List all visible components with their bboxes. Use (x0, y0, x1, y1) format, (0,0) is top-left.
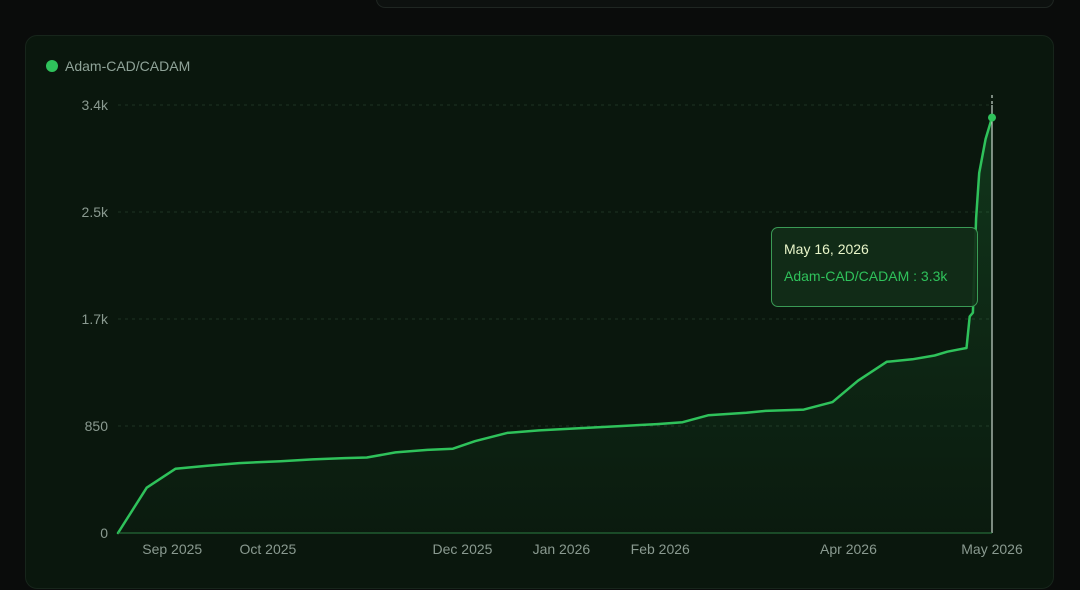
y-tick-label: 2.5k (82, 204, 109, 220)
tooltip-date: May 16, 2026 (784, 241, 869, 257)
area-fill (118, 117, 992, 533)
x-tick-label: Oct 2025 (240, 541, 297, 557)
series-area (118, 117, 992, 533)
x-tick-label: Jan 2026 (533, 541, 591, 557)
x-tick-label: Dec 2025 (433, 541, 493, 557)
y-tick-label: 850 (85, 418, 109, 434)
chart-tooltip: May 16, 2026 Adam-CAD/CADAM : 3.3k (771, 227, 978, 307)
x-tick-label: Feb 2026 (631, 541, 690, 557)
x-tick-label: Apr 2026 (820, 541, 877, 557)
chart-panel: Adam-CAD/CADAM 0 850 1.7k 2.5k 3.4k Sep 2025 O… (25, 35, 1054, 589)
x-tick-label: May 2026 (961, 541, 1023, 557)
top-card-edge (376, 0, 1054, 8)
y-tick-label: 1.7k (82, 311, 109, 327)
x-tick-label: Sep 2025 (142, 541, 202, 557)
y-tick-label: 3.4k (82, 97, 109, 113)
hover-point[interactable] (988, 113, 996, 122)
star-history-chart[interactable]: 0 850 1.7k 2.5k 3.4k Sep 2025 Oct 2025 Dec 2025… (26, 36, 1053, 588)
tooltip-value: Adam-CAD/CADAM : 3.3k (784, 268, 948, 284)
y-tick-label: 0 (100, 525, 108, 541)
